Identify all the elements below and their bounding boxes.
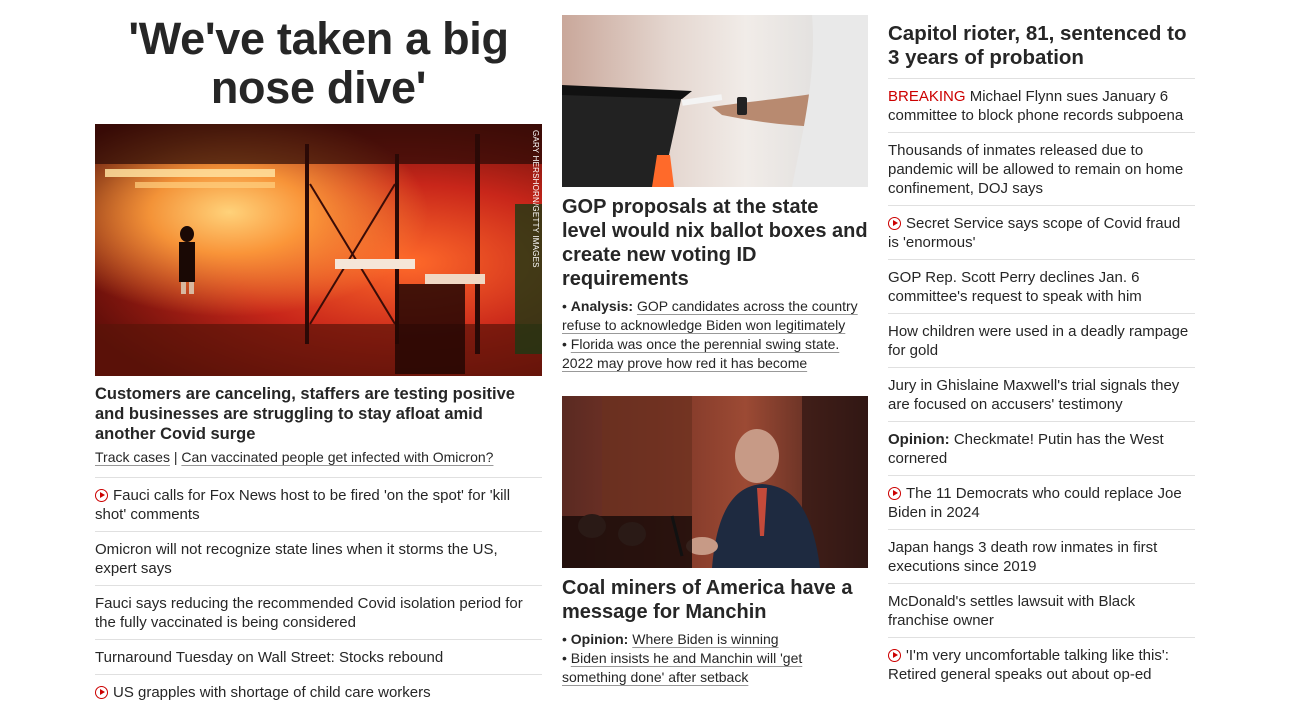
- press-conference-graphic: [562, 396, 868, 568]
- manchin-story-bullet-1[interactable]: • Opinion: Where Biden is winning: [562, 630, 868, 649]
- capitol-rioter-headline[interactable]: Capitol rioter, 81, sentenced to 3 years…: [888, 22, 1195, 70]
- right-column: Capitol rioter, 81, sentenced to 3 years…: [888, 0, 1195, 691]
- middle-column: GOP proposals at the state level would n…: [562, 0, 868, 687]
- play-icon: [888, 487, 901, 500]
- manchin-image[interactable]: [562, 396, 868, 568]
- ballot-box-image[interactable]: [562, 15, 868, 187]
- manchin-story-bullet-2[interactable]: • Biden insists he and Manchin will 'get…: [562, 649, 868, 687]
- list-item-text: Fauci says reducing the recommended Covi…: [95, 595, 523, 631]
- list-item-text: Thousands of inmates released due to pan…: [888, 142, 1184, 197]
- list-item-text: Fauci calls for Fox News host to be fire…: [95, 487, 511, 523]
- link-separator: |: [169, 449, 182, 465]
- list-item[interactable]: How children were used in a deadly rampa…: [888, 313, 1195, 367]
- analysis-label: Analysis:: [570, 298, 634, 314]
- opinion-label: Opinion:: [888, 431, 950, 448]
- florida-link: Florida was once the perennial swing sta…: [562, 336, 840, 371]
- list-item-text: McDonald's settles lawsuit with Black fr…: [888, 593, 1136, 629]
- opinion-label: Opinion:: [570, 631, 629, 647]
- list-item[interactable]: Japan hangs 3 death row inmates in first…: [888, 529, 1195, 583]
- lead-story-column: 'We've taken a big nose dive' GARY HERSH…: [95, 0, 542, 709]
- lead-image[interactable]: GARY HERSHORN/GETTY IMAGES: [95, 124, 542, 376]
- play-icon: [888, 649, 901, 662]
- lead-headline-list: Fauci calls for Fox News host to be fire…: [95, 477, 542, 709]
- list-item[interactable]: Fauci calls for Fox News host to be fire…: [95, 477, 542, 531]
- omicron-infection-link[interactable]: Can vaccinated people get infected with …: [181, 449, 493, 465]
- lead-subhead[interactable]: Customers are canceling, staffers are te…: [95, 384, 542, 444]
- list-item-text: Japan hangs 3 death row inmates in first…: [888, 539, 1158, 575]
- manchin-story-headline[interactable]: Coal miners of America have a message fo…: [562, 576, 868, 624]
- ballot-story-bullet-1[interactable]: • Analysis: GOP candidates across the co…: [562, 297, 868, 335]
- play-icon: [888, 217, 901, 230]
- list-item-text: 'I'm very uncomfortable talking like thi…: [888, 647, 1169, 683]
- restaurant-scene-graphic: [95, 124, 542, 376]
- play-icon: [95, 489, 108, 502]
- track-cases-link[interactable]: Track cases: [95, 449, 170, 465]
- list-item-text: Jury in Ghislaine Maxwell's trial signal…: [888, 377, 1180, 413]
- image-credit: GARY HERSHORN/GETTY IMAGES: [531, 130, 540, 268]
- list-item[interactable]: US grapples with shortage of child care …: [95, 674, 542, 709]
- list-item[interactable]: Secret Service says scope of Covid fraud…: [888, 205, 1195, 259]
- lead-related-links: Track cases | Can vaccinated people get …: [95, 448, 542, 467]
- list-item-text: The 11 Democrats who could replace Joe B…: [888, 485, 1182, 521]
- list-item[interactable]: Omicron will not recognize state lines w…: [95, 531, 542, 585]
- biden-manchin-link: Biden insists he and Manchin will 'get s…: [562, 650, 803, 685]
- ballot-drop-graphic: [562, 15, 868, 187]
- list-item-text: How children were used in a deadly rampa…: [888, 323, 1189, 359]
- list-item[interactable]: The 11 Democrats who could replace Joe B…: [888, 475, 1195, 529]
- list-item[interactable]: 'I'm very uncomfortable talking like thi…: [888, 637, 1195, 691]
- ballot-story-headline[interactable]: GOP proposals at the state level would n…: [562, 195, 868, 291]
- list-item-text: Omicron will not recognize state lines w…: [95, 541, 498, 577]
- list-item[interactable]: Jury in Ghislaine Maxwell's trial signal…: [888, 367, 1195, 421]
- right-headline-list: BREAKING Michael Flynn sues January 6 co…: [888, 78, 1195, 691]
- list-item[interactable]: Fauci says reducing the recommended Covi…: [95, 585, 542, 639]
- list-item[interactable]: Opinion: Checkmate! Putin has the West c…: [888, 421, 1195, 475]
- list-item-text: GOP Rep. Scott Perry declines Jan. 6 com…: [888, 269, 1142, 305]
- ballot-story-bullet-2[interactable]: • Florida was once the perennial swing s…: [562, 335, 868, 373]
- list-item[interactable]: GOP Rep. Scott Perry declines Jan. 6 com…: [888, 259, 1195, 313]
- where-biden-winning-link: Where Biden is winning: [632, 631, 779, 647]
- list-item[interactable]: Turnaround Tuesday on Wall Street: Stock…: [95, 639, 542, 674]
- list-item[interactable]: BREAKING Michael Flynn sues January 6 co…: [888, 78, 1195, 132]
- breaking-label: BREAKING: [888, 88, 966, 105]
- play-icon: [95, 686, 108, 699]
- list-item[interactable]: McDonald's settles lawsuit with Black fr…: [888, 583, 1195, 637]
- list-item-text: Secret Service says scope of Covid fraud…: [888, 215, 1181, 251]
- lead-headline[interactable]: 'We've taken a big nose dive': [95, 14, 542, 112]
- list-item[interactable]: Thousands of inmates released due to pan…: [888, 132, 1195, 205]
- list-item-text: US grapples with shortage of child care …: [113, 684, 431, 701]
- list-item-text: Turnaround Tuesday on Wall Street: Stock…: [95, 649, 444, 666]
